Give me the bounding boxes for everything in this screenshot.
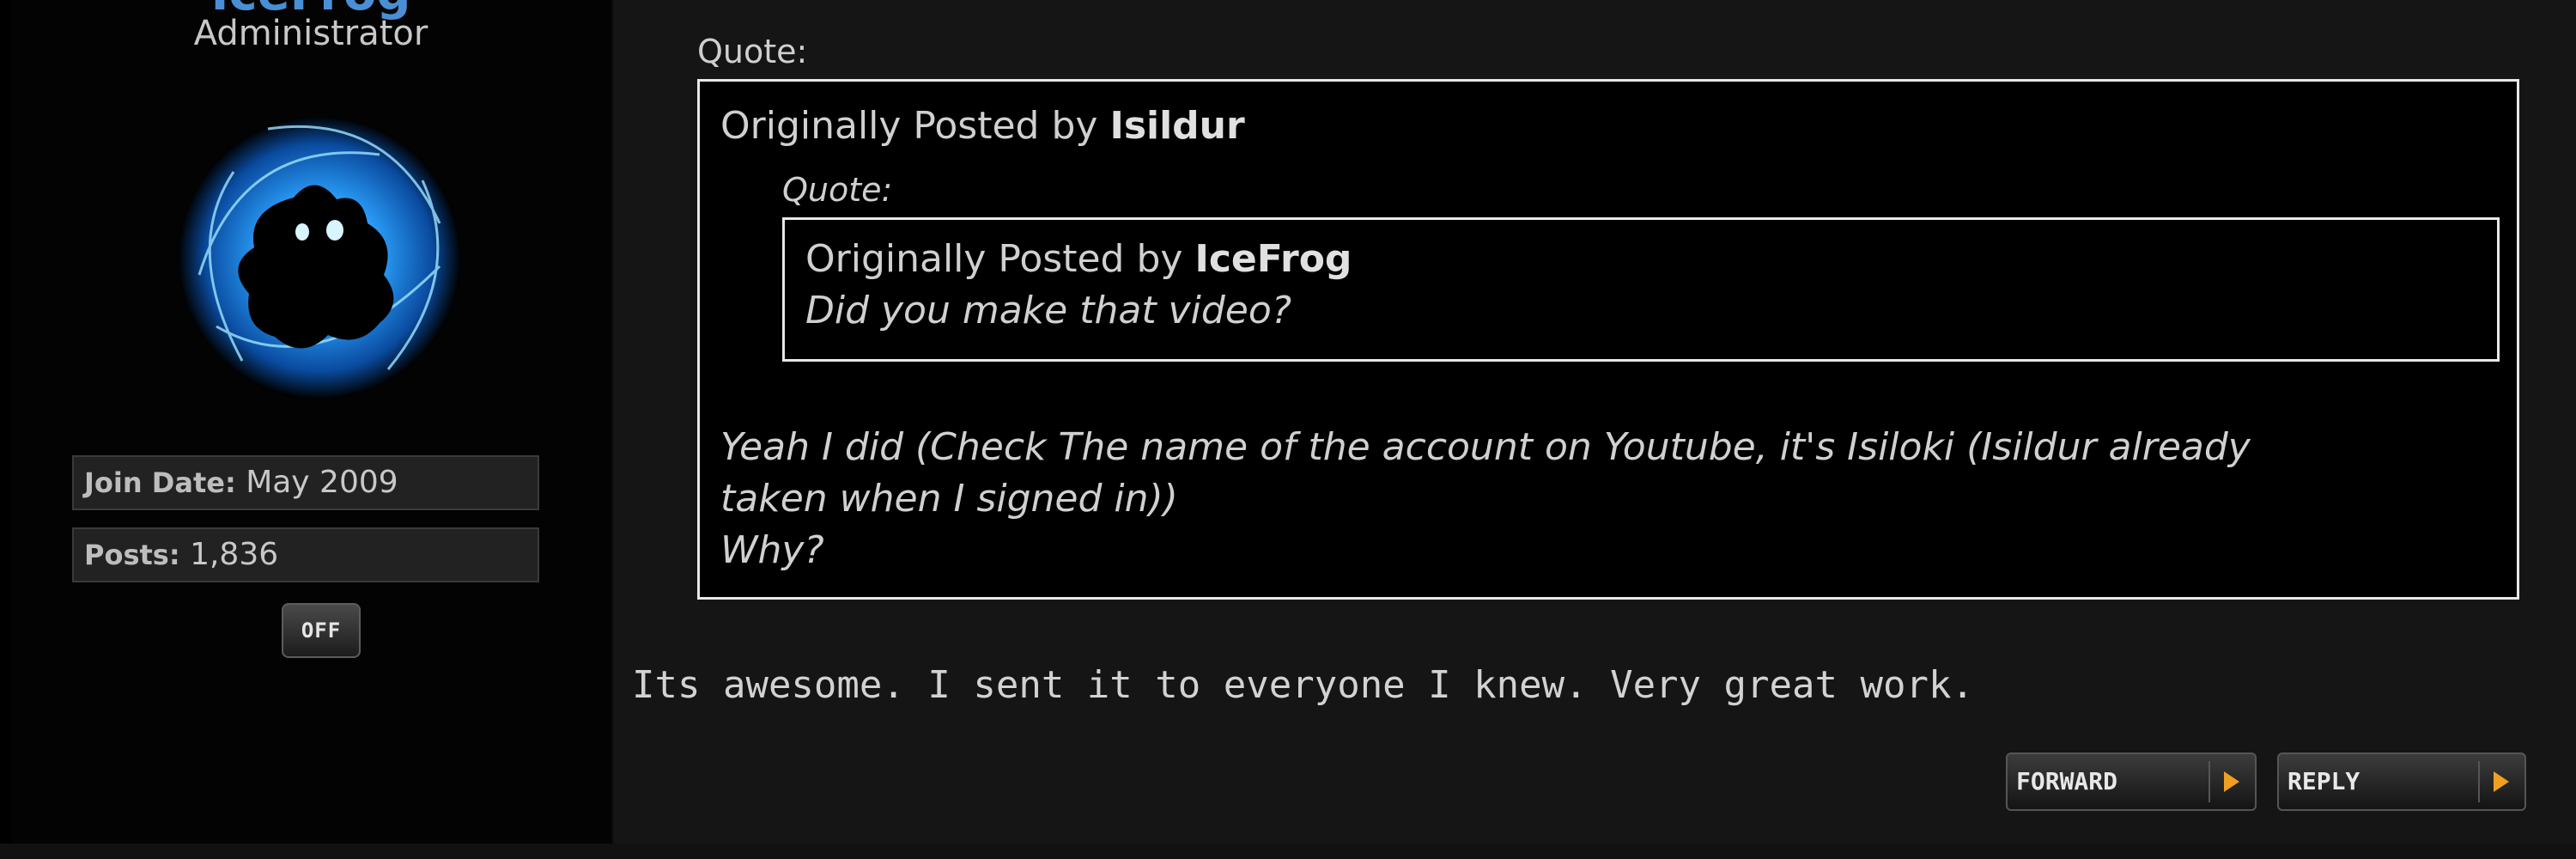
outer-quote-attribution: Originally Posted by Isildur	[720, 104, 1245, 148]
user-title: Administrator	[193, 14, 428, 53]
posts-count-box: Posts: 1,836	[72, 527, 539, 582]
inner-quote-author: IceFrog	[1194, 237, 1352, 281]
post-frame: IceFrog Administrator	[0, 0, 2576, 859]
inner-quote-box: Originally Posted by IceFrog Did you mak…	[782, 217, 2500, 362]
reply-button-label: REPLY	[2287, 767, 2360, 795]
post-body-text: Its awesome. I sent it to everyone I kne…	[632, 663, 1974, 707]
frog-avatar[interactable]	[165, 103, 474, 412]
join-date-box: Join Date: May 2009	[72, 455, 539, 510]
bottom-divider	[0, 844, 2576, 859]
inner-quote-text: Did you make that video?	[805, 289, 1292, 332]
reply-button[interactable]: REPLY	[2277, 752, 2526, 811]
outer-quote-prefix: Originally Posted by	[720, 104, 1098, 148]
outer-quote-line-1: Yeah I did (Check The name of the accoun…	[720, 425, 2251, 469]
outer-quote-box: Originally Posted by Isildur Quote: Orig…	[697, 79, 2519, 600]
outer-quote-line-2: taken when I signed in))	[720, 477, 1178, 521]
arrow-right-icon	[2208, 761, 2250, 802]
join-date-label: Join Date:	[84, 466, 236, 499]
posts-label: Posts:	[84, 539, 180, 571]
outer-quote-author: Isildur	[1109, 104, 1245, 148]
online-status-button[interactable]: OFF	[282, 603, 361, 658]
outer-quote-line-3: Why?	[720, 528, 824, 572]
inner-quote-prefix: Originally Posted by	[805, 237, 1183, 281]
forward-button-label: FORWARD	[2016, 767, 2118, 795]
arrow-right-icon	[2478, 761, 2519, 802]
forward-button[interactable]: FORWARD	[2006, 752, 2257, 811]
posts-value: 1,836	[190, 537, 279, 572]
user-info-panel: IceFrog Administrator	[10, 0, 613, 844]
inner-quote-attribution: Originally Posted by IceFrog	[805, 237, 1352, 281]
quote-label: Quote:	[697, 33, 808, 70]
inner-quote-label: Quote:	[782, 171, 893, 209]
join-date-value: May 2009	[246, 465, 398, 500]
outer-quote-text: Yeah I did (Check The name of the accoun…	[720, 422, 2506, 576]
